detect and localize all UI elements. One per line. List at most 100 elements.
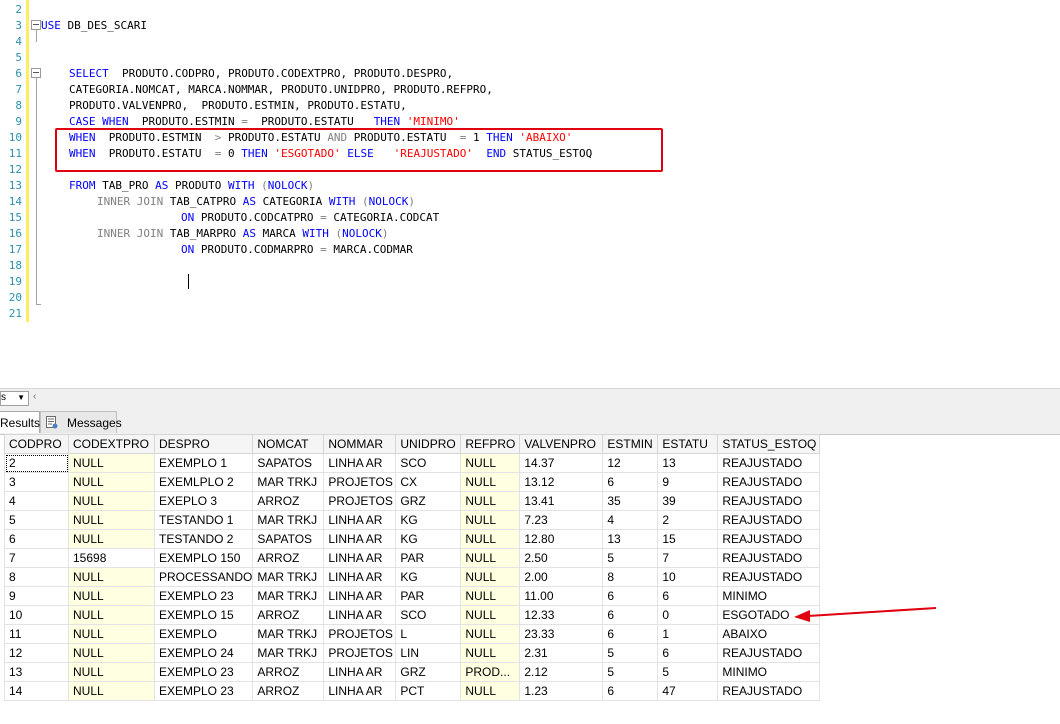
pane-splitter[interactable] [0, 388, 1060, 409]
grid-cell[interactable]: 3 [4, 472, 69, 492]
grid-cell[interactable]: LINHA AR [323, 586, 397, 606]
grid-cell[interactable]: NULL [68, 453, 155, 473]
grid-cell[interactable]: MAR TRKJ [252, 624, 325, 644]
table-row[interactable]: 7 15698 EXEMPLO 150 ARROZ LINHA AR PAR NULL 2.5… [4, 548, 821, 568]
table-row[interactable]: 14 NULL EXEMPLO 23 ARROZ LINHA AR PCT NULL 1.23… [4, 681, 821, 701]
grid-cell[interactable]: SCO [395, 453, 462, 473]
scroll-left-icon[interactable]: ‹ [33, 391, 36, 402]
grid-cell[interactable]: 13.41 [519, 491, 604, 511]
grid-cell[interactable]: 0 [657, 605, 719, 625]
grid-cell[interactable]: 13 [4, 662, 69, 682]
grid-cell[interactable]: 6 [602, 586, 659, 606]
column-header-nommar[interactable]: NOMMAR [323, 434, 397, 454]
grid-cell[interactable]: 15 [657, 529, 719, 549]
grid-cell[interactable]: 2 [4, 453, 69, 473]
grid-cell[interactable]: LIN [395, 643, 462, 663]
grid-cell[interactable]: ARROZ [252, 662, 325, 682]
grid-cell[interactable]: REAJUSTADO [717, 510, 821, 530]
table-row[interactable]: 6 NULL TESTANDO 2 SAPATOS LINHA AR KG NULL 12.8… [4, 529, 821, 549]
grid-cell[interactable]: ARROZ [252, 681, 325, 701]
grid-cell[interactable]: REAJUSTADO [717, 472, 821, 492]
grid-cell[interactable]: 5 [602, 662, 659, 682]
grid-cell[interactable]: SAPATOS [252, 529, 325, 549]
grid-cell[interactable]: 8 [602, 567, 659, 587]
grid-cell[interactable]: 12.80 [519, 529, 604, 549]
grid-cell[interactable]: NULL [460, 681, 521, 701]
column-header-despro[interactable]: DESPRO [153, 434, 254, 454]
grid-cell[interactable]: 2 [657, 510, 719, 530]
grid-cell[interactable]: 7 [657, 548, 719, 568]
tab-results[interactable]: Results [0, 411, 40, 433]
grid-cell[interactable]: 2.12 [519, 662, 604, 682]
grid-cell[interactable]: 6 [602, 681, 659, 701]
grid-cell[interactable]: 35 [602, 491, 659, 511]
grid-cell[interactable]: 12 [602, 453, 659, 473]
grid-cell[interactable]: NULL [68, 529, 155, 549]
grid-cell[interactable]: LINHA AR [323, 567, 397, 587]
grid-cell[interactable]: NULL [68, 491, 155, 511]
grid-cell[interactable]: 12.33 [519, 605, 604, 625]
grid-cell[interactable]: 10 [4, 605, 69, 625]
table-row[interactable]: 12 NULL EXEMPLO 24 MAR TRKJ PROJETOS LIN NULL 2… [4, 643, 821, 663]
grid-cell[interactable]: MAR TRKJ [252, 643, 325, 663]
grid-cell[interactable]: MINIMO [717, 662, 821, 682]
grid-cell[interactable]: 11 [4, 624, 69, 644]
grid-cell[interactable]: LINHA AR [323, 453, 397, 473]
grid-cell[interactable]: NULL [68, 472, 155, 492]
grid-cell[interactable]: 6 [602, 624, 659, 644]
grid-cell[interactable]: NULL [460, 472, 521, 492]
grid-cell[interactable]: ABAIXO [717, 624, 821, 644]
results-grid[interactable]: CODPRO CODEXTPRO DESPRO NOMCAT NOMMAR UNIDPRO… [4, 434, 821, 701]
grid-cell[interactable]: PROJETOS [323, 624, 397, 644]
grid-cell[interactable]: 9 [657, 472, 719, 492]
grid-cell[interactable]: EXEMPLO 23 [153, 681, 254, 701]
grid-cell[interactable]: EXEMPLO 1 [153, 453, 254, 473]
collapse-icon[interactable] [31, 20, 41, 30]
grid-cell[interactable]: 5 [4, 510, 69, 530]
grid-cell[interactable]: REAJUSTADO [717, 453, 821, 473]
column-header-codpro[interactable]: CODPRO [4, 434, 69, 454]
grid-cell[interactable]: 12 [4, 643, 69, 663]
grid-cell[interactable]: LINHA AR [323, 662, 397, 682]
grid-cell[interactable]: REAJUSTADO [717, 643, 821, 663]
grid-cell[interactable]: 47 [657, 681, 719, 701]
grid-cell[interactable]: L [395, 624, 462, 644]
grid-cell[interactable]: LINHA AR [323, 529, 397, 549]
grid-cell[interactable]: EXEMPLO [153, 624, 254, 644]
column-header-estmin[interactable]: ESTMIN [602, 434, 659, 454]
grid-cell[interactable]: EXEMPLO 15 [153, 605, 254, 625]
grid-cell[interactable]: NULL [460, 586, 521, 606]
grid-cell[interactable]: 13 [602, 529, 659, 549]
grid-cell[interactable]: EXEMLPLO 2 [153, 472, 254, 492]
collapse-icon[interactable] [31, 68, 41, 78]
grid-cell[interactable]: MAR TRKJ [252, 567, 325, 587]
grid-cell[interactable]: EXEMPLO 23 [153, 586, 254, 606]
grid-cell[interactable]: 10 [657, 567, 719, 587]
grid-cell[interactable]: NULL [460, 510, 521, 530]
table-row[interactable]: 5 NULL TESTANDO 1 MAR TRKJ LINHA AR KG NULL 7.2… [4, 510, 821, 530]
grid-cell[interactable]: REAJUSTADO [717, 529, 821, 549]
grid-cell[interactable]: 13.12 [519, 472, 604, 492]
grid-cell[interactable]: 1 [657, 624, 719, 644]
grid-cell[interactable]: MAR TRKJ [252, 510, 325, 530]
grid-cell[interactable]: 5 [657, 662, 719, 682]
query-editor[interactable]: 2 3 4 5 6 7 8 9 10 11 12 13 14 15 16 17 18 19 20 21 USE DB_… [0, 0, 1060, 388]
grid-cell[interactable]: 14.37 [519, 453, 604, 473]
column-header-nomcat[interactable]: NOMCAT [252, 434, 325, 454]
grid-cell[interactable]: 4 [4, 491, 69, 511]
table-row[interactable]: 2 NULL EXEMPLO 1 SAPATOS LINHA AR SCO NULL 14.3… [4, 453, 821, 473]
grid-cell[interactable]: NULL [68, 643, 155, 663]
grid-cell[interactable]: PROJETOS [323, 643, 397, 663]
grid-cell[interactable]: EXEMPLO 24 [153, 643, 254, 663]
grid-cell[interactable]: REAJUSTADO [717, 548, 821, 568]
table-row[interactable]: 10 NULL EXEMPLO 15 ARROZ LINHA AR SCO NULL 12.3… [4, 605, 821, 625]
grid-cell[interactable]: GRZ [395, 491, 462, 511]
zoom-dropdown[interactable]: s ▼ [0, 391, 29, 406]
grid-cell[interactable]: PROJETOS [323, 491, 397, 511]
grid-cell[interactable]: 6 [602, 472, 659, 492]
grid-cell[interactable]: 7.23 [519, 510, 604, 530]
grid-cell[interactable]: NULL [68, 586, 155, 606]
grid-cell[interactable]: CX [395, 472, 462, 492]
grid-cell[interactable]: NULL [460, 643, 521, 663]
grid-cell[interactable]: 15698 [68, 548, 155, 568]
